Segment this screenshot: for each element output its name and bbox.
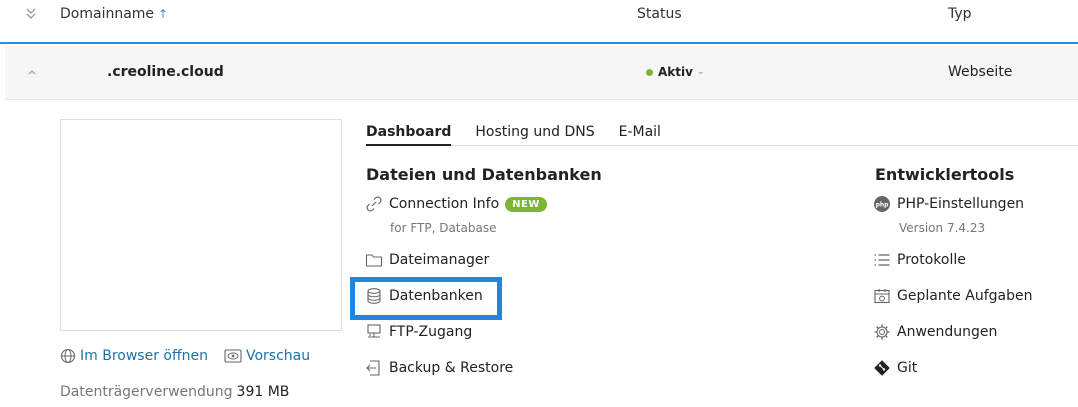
globe-icon [60,348,76,364]
tab-email[interactable]: E-Mail [619,118,661,146]
php-version: Version 7.4.23 [899,221,986,235]
column-header-domain-label: Domainname [60,6,155,22]
domain-type: Webseite [948,64,1013,80]
php-settings-label: PHP-Einstellungen [897,196,1025,212]
column-header-type[interactable]: Typ [948,6,972,22]
calendar-icon [873,287,891,305]
databases-item[interactable]: Datenbanken [365,287,483,305]
git-label: Git [897,360,918,376]
connection-info-label: Connection Info [389,196,500,212]
arrow-up-icon: ↑ [158,7,169,21]
connection-info-sub: for FTP, Database [390,221,497,235]
tab-bar: Dashboard Hosting und DNS E-Mail [366,118,1078,146]
chevron-down-icon: ⌄ [696,67,705,77]
disk-usage-value: 391 MB [236,384,290,400]
website-preview [60,119,342,331]
status-dot [646,68,653,76]
folder-icon [365,251,383,269]
eye-icon [224,349,242,363]
connection-info-item[interactable]: Connection Info NEW [365,195,547,213]
logs-label: Protokolle [897,252,966,268]
backup-restore-item[interactable]: Backup & Restore [365,359,513,377]
files-section-title: Dateien und Datenbanken [366,165,602,184]
ftp-access-label: FTP-Zugang [389,324,473,340]
file-manager-item[interactable]: Dateimanager [365,251,489,269]
tab-dashboard[interactable]: Dashboard [366,118,452,146]
databases-label: Datenbanken [389,288,483,304]
git-icon [873,359,891,377]
open-in-browser-label: Im Browser öffnen [80,348,208,364]
status-label: Aktiv [658,65,693,79]
applications-item[interactable]: Anwendungen [873,323,997,341]
ftp-access-item[interactable]: FTP-Zugang [365,323,472,341]
disk-usage-label: Datenträgerverwendung [60,384,233,400]
svg-text:php: php [876,202,890,209]
open-in-browser-link[interactable]: Im Browser öffnen [60,348,208,364]
database-icon [365,287,383,305]
preview-link[interactable]: Vorschau [224,348,310,364]
php-icon: php [873,195,891,213]
backup-icon [365,359,383,377]
file-manager-label: Dateimanager [389,252,490,268]
backup-restore-label: Backup & Restore [389,360,514,376]
dev-tools-section-title: Entwicklertools [875,165,1015,184]
new-badge: NEW [505,196,547,212]
table-header: Domainname ↑ Status Typ [0,0,1078,44]
column-header-status[interactable]: Status [637,6,682,22]
php-settings-item[interactable]: php PHP-Einstellungen [873,195,1024,213]
disk-usage: Datenträgerverwendung 391 MB [60,384,289,400]
network-icon [365,323,383,341]
list-icon [873,251,891,269]
domain-row[interactable]: .creoline.cloud Aktiv ⌄ Webseite [5,46,1078,100]
tab-hosting-dns[interactable]: Hosting und DNS [475,118,594,146]
domain-name[interactable]: .creoline.cloud [107,64,224,80]
column-header-domain[interactable]: Domainname ↑ [60,6,168,22]
gear-icon [873,323,891,341]
preview-links: Im Browser öffnen Vorschau [60,348,326,364]
scheduled-tasks-item[interactable]: Geplante Aufgaben [873,287,1032,305]
link-icon [365,195,383,213]
scheduled-tasks-label: Geplante Aufgaben [897,288,1033,304]
double-chevron-down-icon[interactable] [24,6,40,24]
chevron-up-icon[interactable] [27,64,39,76]
preview-label: Vorschau [245,348,311,364]
git-item[interactable]: Git [873,359,917,377]
logs-item[interactable]: Protokolle [873,251,966,269]
status-dropdown[interactable]: Aktiv ⌄ [646,65,705,79]
applications-label: Anwendungen [897,324,998,340]
